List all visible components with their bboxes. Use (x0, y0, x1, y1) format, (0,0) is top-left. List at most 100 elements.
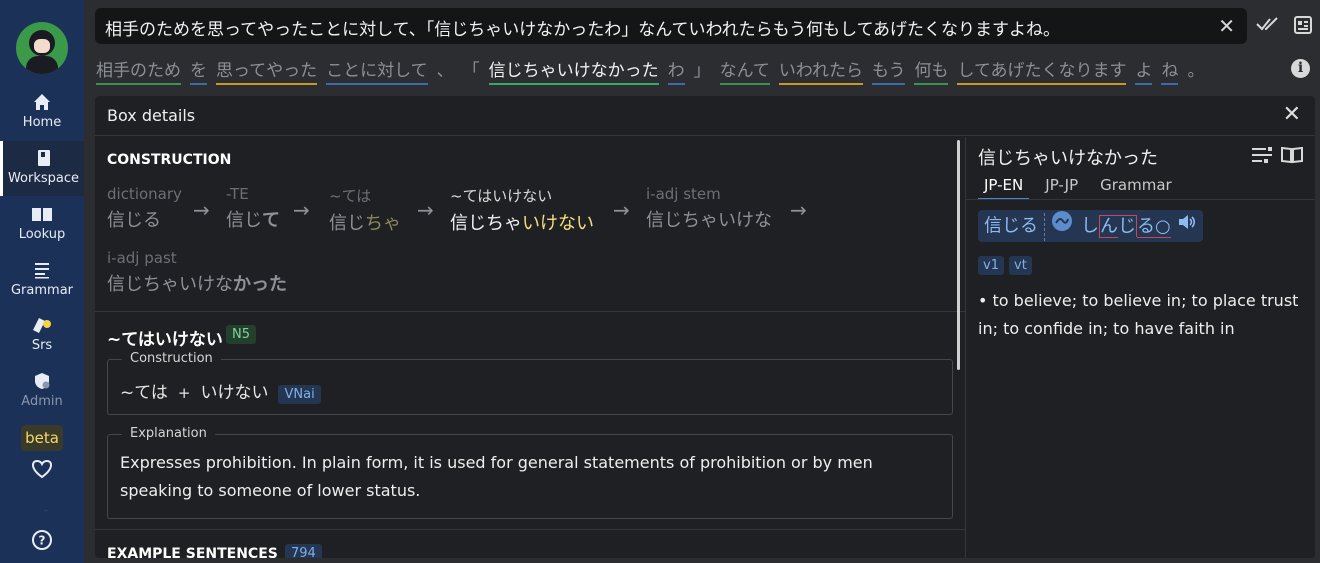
arrow-right-icon: → (417, 198, 434, 222)
dictionary-pane: 信じちゃいけなかった JP-EN JP-JP Grammar 信じる しんじる○ v1… (966, 137, 1315, 558)
construction-step[interactable]: -TE 信じて (226, 185, 280, 232)
sentence-token[interactable]: 信じちゃいけなかった (488, 56, 659, 85)
open-book-icon (32, 208, 52, 221)
construction-step[interactable]: i-adj stem 信じちゃいけな (646, 185, 772, 232)
panel-title: Box details (107, 106, 196, 125)
sentence-token[interactable]: 」 (694, 56, 711, 85)
sentence-token[interactable]: 。 (1187, 56, 1204, 85)
construction-step[interactable]: ~ては 信じちゃ (329, 185, 401, 235)
heart-icon[interactable] (31, 458, 53, 484)
construction-box: Construction ~ては + いけない VNai (107, 351, 953, 415)
construction-step[interactable]: dictionary 信じる (107, 185, 182, 232)
sentence-token[interactable]: を (190, 56, 207, 85)
tab-grammar[interactable]: Grammar (1094, 176, 1178, 198)
explanation-legend: Explanation (122, 426, 215, 441)
sentence-token[interactable]: いわれたら (778, 56, 863, 85)
moon-icon[interactable] (32, 494, 52, 518)
sentence-token[interactable]: わ (667, 56, 685, 85)
token-underline (96, 83, 181, 85)
sidebar-item-label: Lookup (18, 227, 66, 242)
sentence-text: 相手のためを思ってやったことに対して、「信じちゃいけなかったわ」なんていわれたら… (105, 20, 1061, 40)
dictionary-word: 信じちゃいけなかった (978, 148, 1158, 169)
open-book-icon[interactable] (1280, 146, 1304, 168)
close-panel-icon[interactable]: ✕ (1283, 102, 1301, 127)
panel-header: Box details ✕ (95, 96, 1315, 136)
formula-part1: ~ては (120, 383, 168, 403)
construction-legend: Construction (122, 351, 221, 366)
sentence-token[interactable]: ことに対して (326, 56, 428, 85)
layout-panel-icon[interactable] (1293, 15, 1313, 39)
reading-kana: しんじる○ (1081, 214, 1171, 238)
token-underline (914, 83, 949, 85)
beta-badge: beta (21, 425, 63, 451)
construction-step[interactable]: i-adj past 信じちゃいけなかった (107, 249, 287, 296)
construction-title: CONSTRUCTION (107, 152, 232, 168)
token-underline (326, 83, 428, 85)
sidebar-item-label: Workspace (7, 171, 80, 186)
token-underline (190, 83, 207, 85)
avatar[interactable] (16, 22, 68, 74)
definition-text: • to believe; to believe in; to place tr… (978, 291, 1299, 338)
token-underline (871, 83, 906, 85)
divider (95, 311, 965, 312)
sentence-token[interactable]: 「 (463, 56, 480, 85)
grammar-point-title[interactable]: ~てはいけない (107, 325, 223, 350)
arrow-right-icon: → (613, 198, 630, 222)
cards-icon (33, 318, 51, 333)
scrollbar[interactable] (957, 140, 960, 370)
example-sentences-title[interactable]: EXAMPLE SENTENCES (107, 546, 278, 558)
sidebar-item-admin[interactable]: Admin (0, 371, 84, 409)
list-icon (35, 263, 49, 279)
arrow-right-icon: → (193, 198, 210, 222)
pos-tag: v1 (978, 256, 1004, 275)
dictionary-tabs: JP-EN JP-JP Grammar (978, 175, 1188, 200)
sidebar-item-grammar[interactable]: Grammar (0, 260, 84, 298)
formula-plus: + (177, 384, 191, 402)
divider (95, 529, 965, 530)
help-icon[interactable]: ? (31, 529, 53, 555)
admin-shield-icon (35, 373, 50, 389)
double-check-icon[interactable] (1256, 14, 1280, 38)
sentence-token[interactable]: ね (1161, 56, 1179, 85)
info-icon[interactable]: i (1291, 59, 1310, 78)
sentence-token[interactable]: なんて (719, 56, 770, 85)
sentence-token[interactable]: もう (871, 56, 906, 85)
token-underline (1161, 83, 1179, 85)
box-details-panel: Box details ✕ CONSTRUCTION dictionary 信じ… (95, 96, 1315, 558)
headword-kanji[interactable]: 信じる (984, 216, 1038, 237)
tab-jp-en[interactable]: JP-EN (978, 176, 1030, 200)
settings-list-icon[interactable] (1251, 146, 1273, 168)
headword-box: 信じる しんじる○ (978, 210, 1203, 242)
sidebar-item-label: Home (22, 115, 62, 130)
speaker-icon[interactable] (1177, 211, 1197, 243)
sentence-token[interactable]: 、 (437, 56, 454, 85)
arrow-right-icon: → (293, 198, 310, 222)
sentence-token[interactable]: 相手のため (96, 56, 181, 85)
arrow-right-icon: → (790, 198, 807, 222)
sidebar-item-srs[interactable]: Srs (0, 315, 84, 353)
book-icon (37, 150, 50, 166)
sidebar: Home Workspace Lookup Grammar Srs Admin … (0, 0, 84, 563)
token-underline (667, 83, 685, 85)
sentence-token[interactable]: よ (1135, 56, 1153, 85)
token-underline (957, 83, 1127, 85)
sentence-token[interactable]: 思ってやった (216, 56, 318, 85)
jlpt-level-badge: N5 (226, 325, 256, 344)
svg-text:?: ? (39, 534, 46, 548)
token-underline (778, 83, 863, 85)
sentence-token[interactable]: してあげたくなります (957, 56, 1127, 85)
sidebar-item-lookup[interactable]: Lookup (0, 204, 84, 242)
construction-step-current[interactable]: ~てはいけない 信じちゃいけない (450, 185, 594, 235)
sidebar-item-workspace[interactable]: Workspace (0, 141, 84, 196)
sentence-token[interactable]: 何も (914, 56, 949, 85)
explanation-box: Explanation Expresses prohibition. In pl… (107, 426, 953, 519)
example-count-badge: 794 (285, 544, 322, 558)
home-icon (34, 94, 50, 110)
sidebar-item-home[interactable]: Home (0, 92, 84, 130)
pitch-accent-icon[interactable] (1051, 210, 1073, 243)
sentence-input[interactable]: 相手のためを思ってやったことに対して、「信じちゃいけなかったわ」なんていわれたら… (95, 8, 1247, 44)
tab-jp-jp[interactable]: JP-JP (1039, 176, 1084, 198)
clear-sentence-close-icon[interactable]: ✕ (1218, 14, 1235, 38)
pos-tag: vt (1009, 256, 1032, 275)
grammar-pane: CONSTRUCTION dictionary 信じる → -TE 信じて → … (95, 137, 965, 558)
